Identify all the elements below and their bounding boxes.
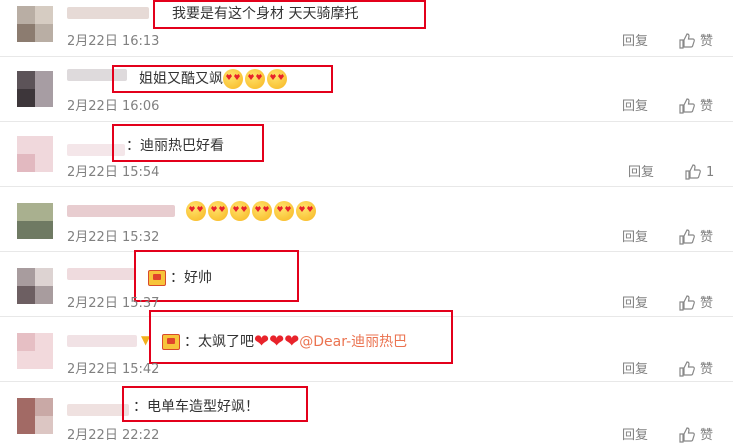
avatar[interactable] <box>17 6 53 42</box>
comment-row: ▼ ：太飒了吧❤❤❤@Dear-迪丽热巴 2月22日 15:42 回复 赞 <box>0 310 733 382</box>
thumbs-up-icon <box>679 33 695 49</box>
comment-row: ：迪丽热巴好看 2月22日 15:54 回复 1 <box>0 122 733 187</box>
avatar[interactable] <box>17 268 53 304</box>
like-label: 赞 <box>700 296 714 311</box>
like-label: 赞 <box>700 230 714 245</box>
highlight-box <box>112 65 333 93</box>
reply-button[interactable]: 回复 <box>622 34 648 50</box>
thumbs-up-icon <box>679 427 695 443</box>
comment-row: 我要是有这个身材 天天骑摩托 2月22日 16:13 回复 赞 <box>0 0 733 57</box>
like-label: 赞 <box>700 428 714 443</box>
highlight-box <box>134 250 299 302</box>
username-blurred[interactable] <box>67 335 137 347</box>
comment-time: 2月22日 15:42 <box>67 362 160 377</box>
reply-button[interactable]: 回复 <box>622 99 648 115</box>
thumbs-up-icon <box>679 229 695 245</box>
like-label: 赞 <box>700 99 714 114</box>
comment-time: 2月22日 15:54 <box>67 165 160 180</box>
highlight-box <box>153 0 426 29</box>
reply-button[interactable]: 回复 <box>622 230 648 246</box>
comment-time: 2月22日 15:32 <box>67 230 160 245</box>
comment-row: 姐姐又酷又飒 2月22日 16:06 回复 赞 <box>0 57 733 122</box>
avatar[interactable] <box>17 71 53 107</box>
avatar[interactable] <box>17 333 53 369</box>
heart-eyes-emoji-icon <box>252 201 272 221</box>
comment-time: 2月22日 16:06 <box>67 99 160 114</box>
like-label: 赞 <box>700 362 714 377</box>
comment-row: 2月22日 15:32 回复 赞 <box>0 187 733 252</box>
heart-eyes-emoji-icon <box>296 201 316 221</box>
avatar[interactable] <box>17 398 53 434</box>
avatar[interactable] <box>17 136 53 172</box>
username-blurred[interactable] <box>67 268 135 280</box>
thumbs-up-icon <box>679 295 695 311</box>
highlight-box <box>122 386 308 422</box>
comment-time: 2月22日 16:13 <box>67 34 160 49</box>
reply-button[interactable]: 回复 <box>622 362 648 378</box>
thumbs-up-icon <box>679 361 695 377</box>
comment-text <box>186 201 318 221</box>
heart-eyes-emoji-icon <box>208 201 228 221</box>
username-blurred[interactable] <box>67 404 129 416</box>
thumbs-up-icon <box>679 98 695 114</box>
username-blurred[interactable] <box>67 7 149 19</box>
like-label: 赞 <box>700 34 714 49</box>
highlight-box <box>149 310 453 364</box>
heart-eyes-emoji-icon <box>230 201 250 221</box>
comment-time: 2月22日 22:22 <box>67 428 160 443</box>
like-count: 1 <box>706 165 715 180</box>
heart-eyes-emoji-icon <box>186 201 206 221</box>
comment-time: 2月22日 15:37 <box>67 296 160 311</box>
comment-row: ：好帅 2月22日 15:37 回复 赞 <box>0 250 733 317</box>
heart-eyes-emoji-icon <box>274 201 294 221</box>
reply-button[interactable]: 回复 <box>628 165 654 181</box>
thumbs-up-icon <box>685 164 701 180</box>
avatar[interactable] <box>17 203 53 239</box>
highlight-box <box>112 124 264 162</box>
reply-button[interactable]: 回复 <box>622 296 648 312</box>
reply-button[interactable]: 回复 <box>622 428 648 444</box>
comment-row: ：电单车造型好飒！ 2月22日 22:22 回复 赞 <box>0 382 733 447</box>
username-blurred[interactable] <box>67 205 175 217</box>
